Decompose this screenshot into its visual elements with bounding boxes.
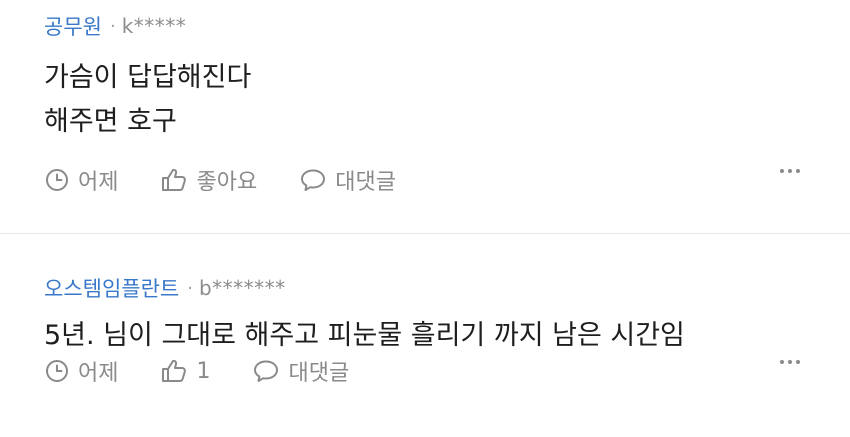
like-count: 1: [196, 358, 211, 384]
speech-bubble-icon: [301, 169, 326, 191]
comment-author[interactable]: 오스템임플란트: [44, 273, 179, 303]
comment-body: 5년. 님이 그대로 해주고 피눈물 흘리기 까지 남은 시간임: [44, 314, 800, 358]
comment-time: 어제: [44, 355, 118, 387]
more-button[interactable]: [780, 169, 800, 173]
comment-actions: 어제 1 대댓글: [44, 356, 800, 386]
more-button[interactable]: [780, 360, 800, 364]
comment-text-line: 5년. 님이 그대로 해주고 피눈물 흘리기 까지 남은 시간임: [44, 320, 685, 351]
speech-bubble-icon: [254, 360, 279, 382]
clock-icon: [46, 360, 68, 382]
comment-meta: 오스템임플란트 · b*******: [44, 272, 800, 304]
reply-label: 대댓글: [288, 361, 350, 386]
comment-user-id: k*****: [121, 14, 187, 38]
like-label: 좋아요: [196, 170, 258, 195]
comment-actions: 어제 좋아요 대댓글: [44, 165, 800, 195]
like-button[interactable]: 좋아요: [160, 164, 257, 196]
comment-item: 공무원 · k***** 가슴이 답답해진다 해주면 호구 어제 좋아요 대댓글: [0, 0, 850, 234]
reply-label: 대댓글: [335, 170, 396, 195]
reply-button[interactable]: 대댓글: [299, 164, 396, 196]
comment-body: 가슴이 답답해진다 해주면 호구: [44, 56, 800, 144]
comment-author[interactable]: 공무원: [44, 11, 102, 41]
clock-icon: [46, 169, 68, 191]
more-dots-icon: [780, 360, 784, 364]
thumbs-up-icon: [162, 168, 187, 191]
time-label: 어제: [78, 361, 119, 386]
more-dots-icon: [780, 169, 784, 173]
comment-user-id: b*******: [198, 276, 286, 300]
meta-separator: ·: [109, 15, 116, 37]
reply-button[interactable]: 대댓글: [252, 355, 349, 387]
comment-text-line: 해주면 호구: [44, 106, 177, 137]
meta-separator: ·: [187, 277, 193, 299]
thumbs-up-icon: [162, 359, 187, 382]
comment-item: 오스템임플란트 · b******* 5년. 님이 그대로 해주고 피눈물 흘리…: [0, 234, 850, 437]
comment-text-line: 가슴이 답답해진다: [44, 62, 252, 93]
comment-time: 어제: [44, 164, 118, 196]
like-button[interactable]: 1: [160, 358, 210, 384]
comment-meta: 공무원 · k*****: [44, 10, 800, 42]
time-label: 어제: [78, 170, 119, 195]
